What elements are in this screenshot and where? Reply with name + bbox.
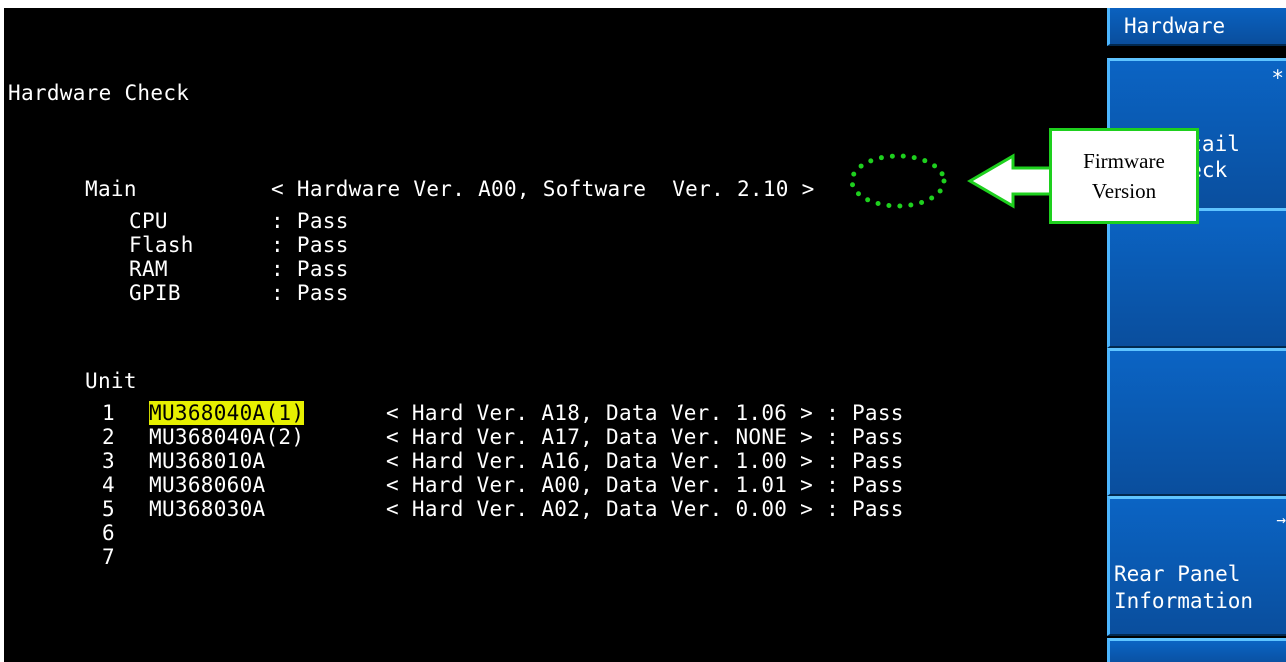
callout-line1: Firmware [1083,149,1165,173]
left-arrow-icon [967,153,1054,209]
firmware-highlight-ellipse [849,153,947,209]
firmware-version-callout: Firmware Version [1049,128,1199,224]
annotation-overlay [849,153,1054,209]
callout-line2: Version [1091,179,1157,203]
